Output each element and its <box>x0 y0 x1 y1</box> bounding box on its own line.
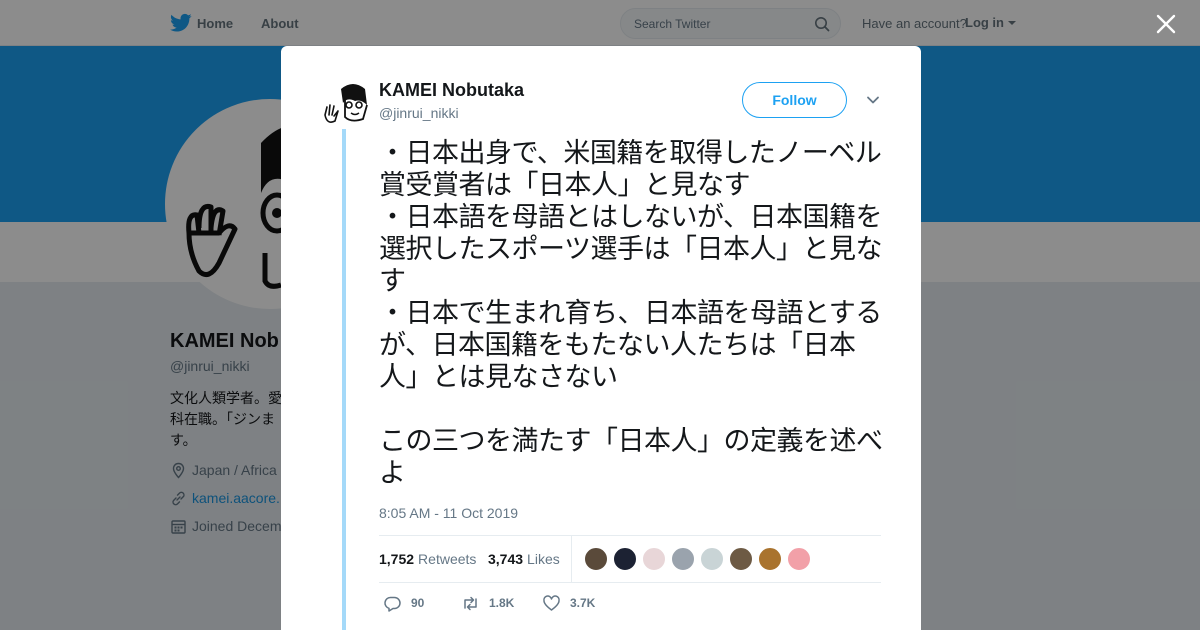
tweet-text: ・日本出身で、米国籍を取得したノーベル賞受賞者は「日本人」と見なす ・日本語を母… <box>379 138 883 489</box>
reply-icon <box>384 596 401 612</box>
tweet-author-handle[interactable]: @jinrui_nikki <box>379 105 459 121</box>
retweets-stat[interactable]: 1,752 Retweets <box>379 551 476 567</box>
heart-icon <box>543 595 560 611</box>
liker-avatar[interactable] <box>642 547 666 571</box>
tweet-author-name[interactable]: KAMEI Nobutaka <box>379 80 524 101</box>
retweet-count: 1.8K <box>489 596 515 610</box>
retweet-icon <box>464 596 477 611</box>
retweets-label: Retweets <box>418 551 477 567</box>
tweet-timestamp[interactable]: 8:05 AM - 11 Oct 2019 <box>379 505 518 521</box>
likes-stat[interactable]: 3,743 Likes <box>488 551 560 567</box>
stats-divider <box>571 536 572 582</box>
tweet-stats: 1,752 Retweets 3,743 Likes <box>379 535 881 583</box>
liker-avatar[interactable] <box>671 547 695 571</box>
liker-avatar[interactable] <box>729 547 753 571</box>
close-icon[interactable] <box>1154 12 1178 36</box>
liker-avatar[interactable] <box>787 547 811 571</box>
likes-count: 3,743 <box>488 551 524 567</box>
tweet-author-avatar[interactable] <box>321 81 369 129</box>
liker-avatar[interactable] <box>700 547 724 571</box>
retweets-count: 1,752 <box>379 551 415 567</box>
like-count: 3.7K <box>570 596 596 610</box>
likes-label: Likes <box>527 551 560 567</box>
liker-avatar[interactable] <box>613 547 637 571</box>
tweet-modal: KAMEI Nobutaka @jinrui_nikki Follow ・日本出… <box>281 46 921 630</box>
liker-avatar[interactable] <box>584 547 608 571</box>
thread-line <box>342 128 346 630</box>
follow-button[interactable]: Follow <box>742 82 847 118</box>
chevron-down-icon[interactable] <box>866 94 880 106</box>
reply-count: 90 <box>411 596 425 610</box>
tweet-actions: 90 1.8K 3.7K <box>379 593 881 617</box>
liker-avatar[interactable] <box>758 547 782 571</box>
